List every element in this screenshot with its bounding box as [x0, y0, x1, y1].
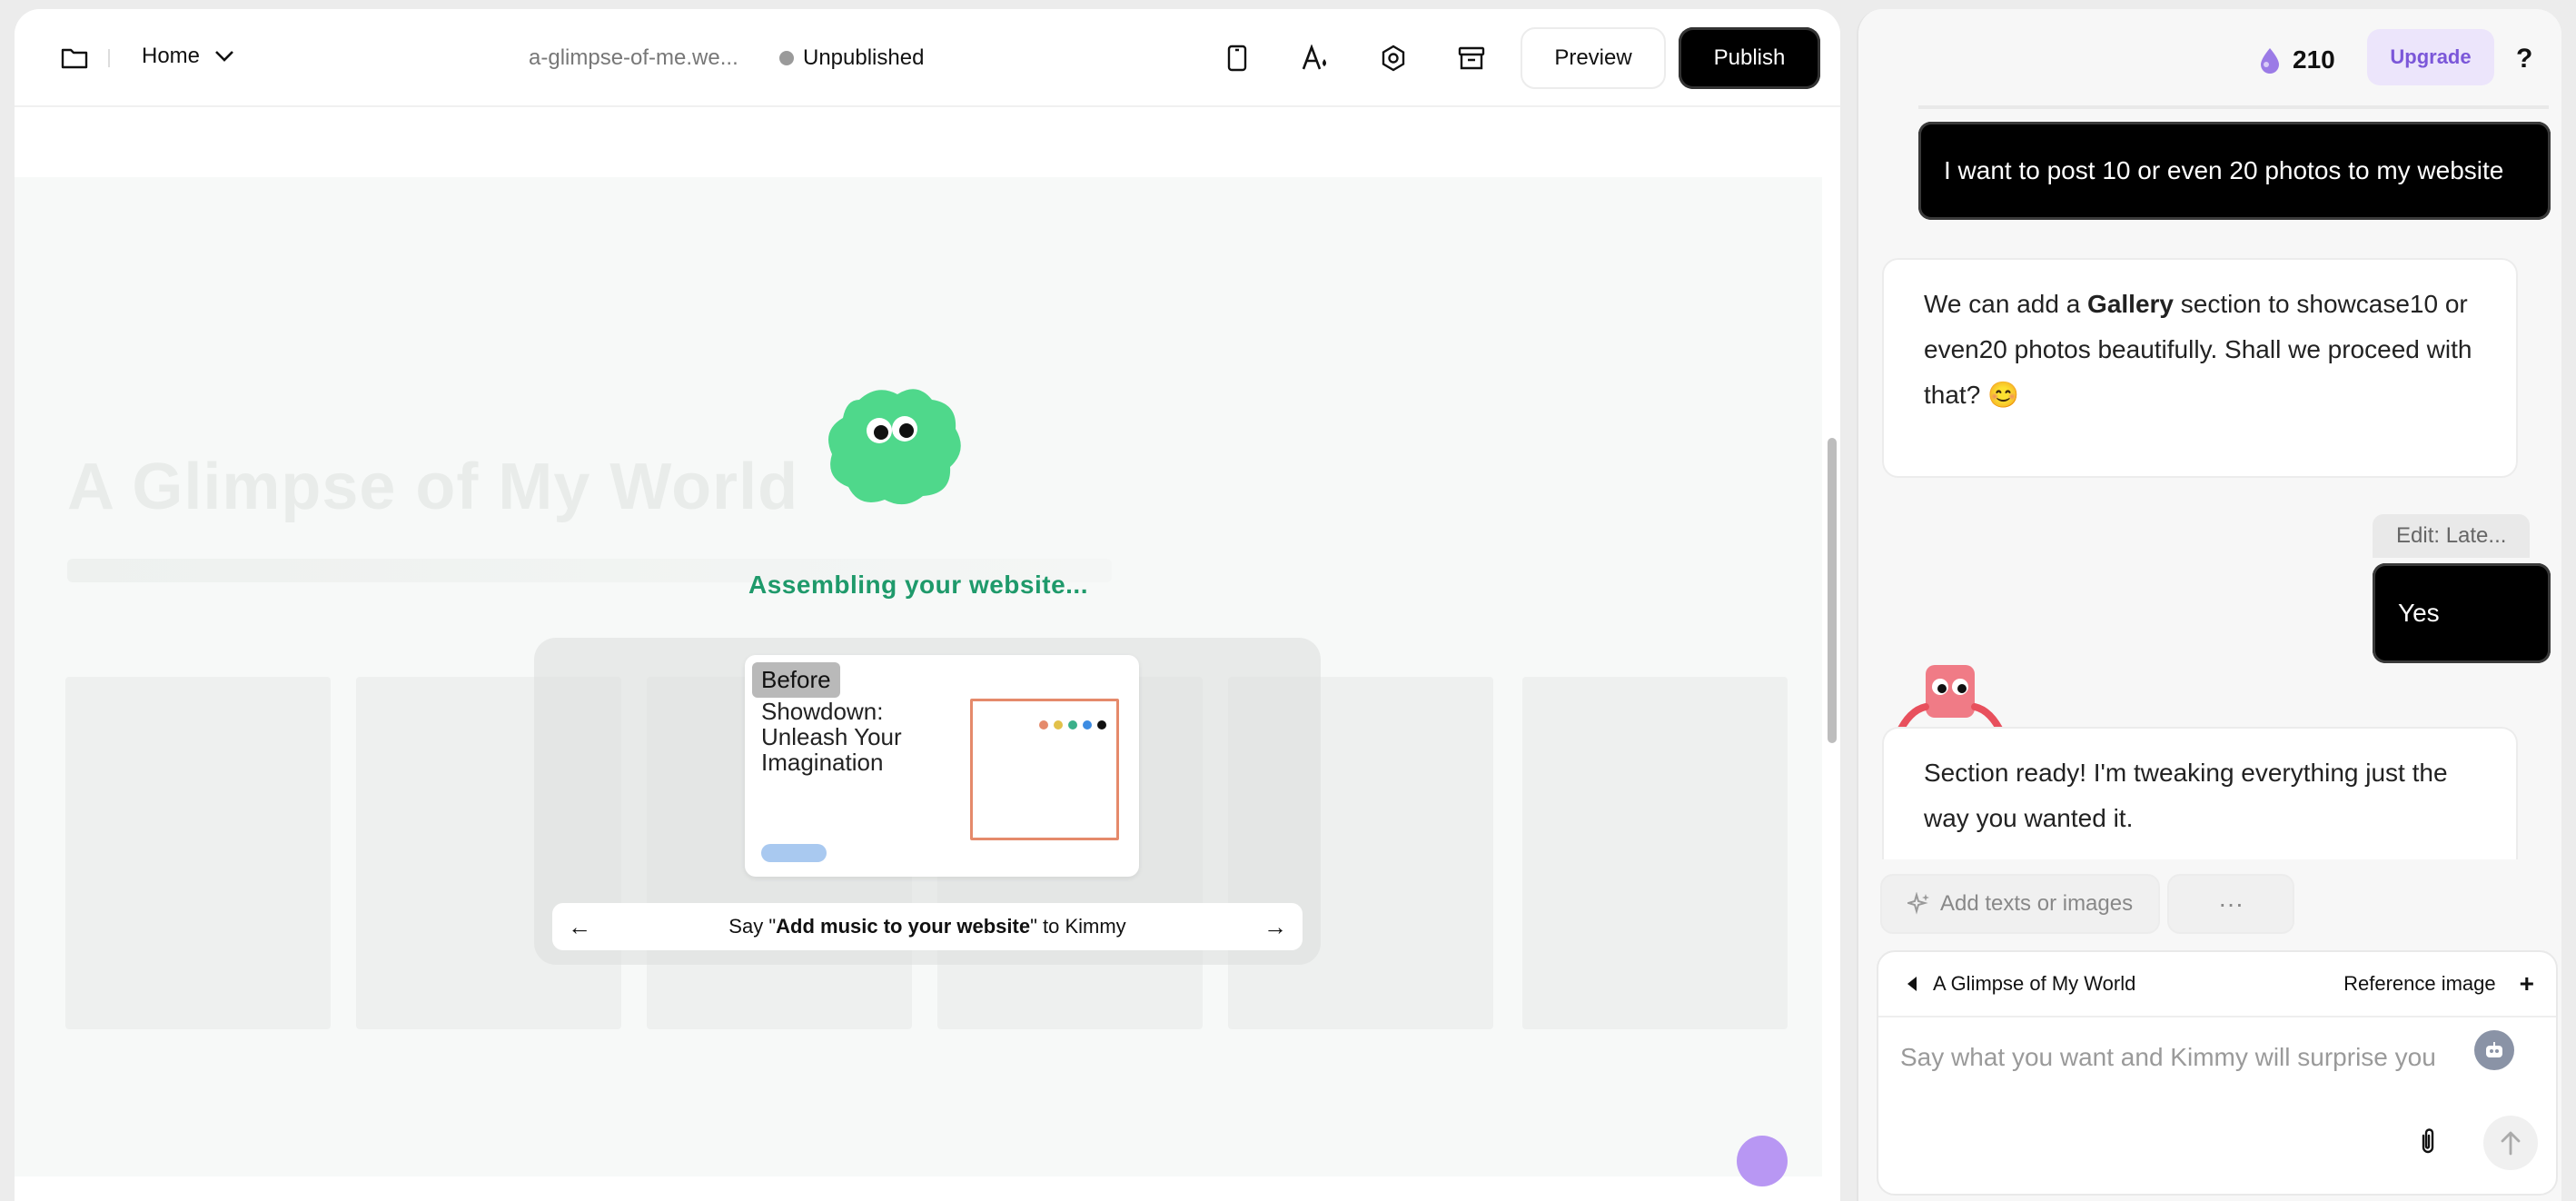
add-texts-images-button[interactable]: Add texts or images [1880, 874, 2161, 934]
sparkle-icon [1907, 892, 1929, 915]
chat-input[interactable]: Say what you want and Kimmy will surpris… [1900, 1043, 2500, 1072]
folder-icon[interactable] [45, 29, 104, 87]
tip-preview-image: Showdown: Unleash Your Imagination Befor… [745, 655, 1139, 877]
chat-composer: A Glimpse of My World Reference image + … [1877, 950, 2558, 1196]
kimmy-mascot-icon [828, 389, 961, 505]
chat-header: 210 Upgrade ? [1858, 9, 2561, 105]
site-canvas[interactable]: A Glimpse of My World Assembling your we… [15, 109, 1840, 1201]
page-selector[interactable]: Home [142, 44, 234, 69]
reference-image-button[interactable]: Reference image [2343, 972, 2496, 996]
credits-value: 210 [2293, 45, 2335, 74]
paperclip-icon[interactable] [2416, 1127, 2440, 1156]
bot-message-text: Section ready! I'm tweaking everything j… [1924, 759, 2448, 832]
settings-icon[interactable] [1364, 29, 1422, 87]
site-hero-title: A Glimpse of My World [67, 451, 799, 523]
status-dot [779, 51, 794, 65]
site-name: a-glimpse-of-me.we... [529, 45, 738, 71]
tip-mock-palette [1039, 720, 1106, 730]
editor-panel: Home a-glimpse-of-me.we... Unpublished P… [15, 9, 1840, 1201]
status-badge: Unpublished [779, 45, 924, 71]
tip-prefix: Say " [728, 915, 777, 938]
publish-button[interactable]: Publish [1679, 27, 1820, 89]
send-button[interactable] [2483, 1116, 2538, 1170]
user-message: Yes [2373, 563, 2551, 663]
editor-toolbar: Home a-glimpse-of-me.we... Unpublished P… [15, 9, 1840, 107]
canvas-scrollbar[interactable] [1828, 438, 1837, 743]
help-icon[interactable]: ? [2516, 44, 2532, 74]
site-name-text: a-glimpse-of-me.we... [529, 45, 738, 70]
archive-icon[interactable] [1442, 29, 1501, 87]
loading-status: Assembling your website... [748, 571, 1088, 599]
quick-actions: Add texts or images ··· [1880, 874, 2295, 934]
page-selector-label: Home [142, 44, 201, 68]
arrow-up-icon [2501, 1131, 2521, 1156]
preview-button[interactable]: Preview [1521, 27, 1666, 89]
bot-message: We can add a Gallery section to showcase… [1882, 258, 2518, 478]
user-message: I want to post 10 or even 20 photos to m… [1918, 122, 2551, 220]
credits-drop-icon [2261, 48, 2279, 74]
divider [108, 49, 110, 67]
bot-message-text: We can add a [1924, 290, 2088, 318]
upgrade-button[interactable]: Upgrade [2367, 29, 2494, 85]
theme-style-icon[interactable] [1286, 29, 1344, 87]
more-actions-button[interactable]: ··· [2167, 874, 2295, 934]
context-row: A Glimpse of My World Reference image + [1878, 952, 2556, 1017]
chevron-down-icon [215, 51, 233, 62]
assistant-bot-icon[interactable] [2474, 1030, 2514, 1070]
tip-mock-button [761, 844, 827, 862]
edit-chip[interactable]: Edit: Late... [2373, 514, 2531, 558]
user-message-text: I want to post 10 or even 20 photos to m… [1944, 156, 2504, 184]
gallery-card [1522, 677, 1788, 1029]
arrow-right-icon[interactable]: → [1252, 903, 1299, 950]
tip-bold: Add music to your website [776, 915, 1031, 938]
tip-suffix: " to Kimmy [1030, 915, 1126, 938]
tip-bar: ← Say " Add music to your website " to Kim… [552, 903, 1303, 950]
gallery-card [65, 677, 331, 1029]
caret-left-icon[interactable] [1906, 975, 1918, 993]
add-reference-icon[interactable]: + [2520, 969, 2534, 998]
status-text: Unpublished [803, 45, 925, 70]
context-title: A Glimpse of My World [1933, 972, 2136, 995]
user-message-text: Yes [2398, 599, 2440, 627]
credits-counter: 210 [2258, 45, 2335, 74]
floating-assistant-icon[interactable] [1737, 1136, 1788, 1186]
bot-message: Section ready! I'm tweaking everything j… [1882, 727, 2518, 859]
add-texts-images-label: Add texts or images [1940, 891, 2134, 916]
arrow-left-icon[interactable]: ← [556, 903, 603, 950]
mobile-view-icon[interactable] [1208, 29, 1266, 87]
tip-mock-heading: Showdown: Unleash Your Imagination [761, 698, 902, 776]
before-badge: Before [752, 662, 840, 698]
bot-message-bold: Gallery [2087, 290, 2174, 318]
